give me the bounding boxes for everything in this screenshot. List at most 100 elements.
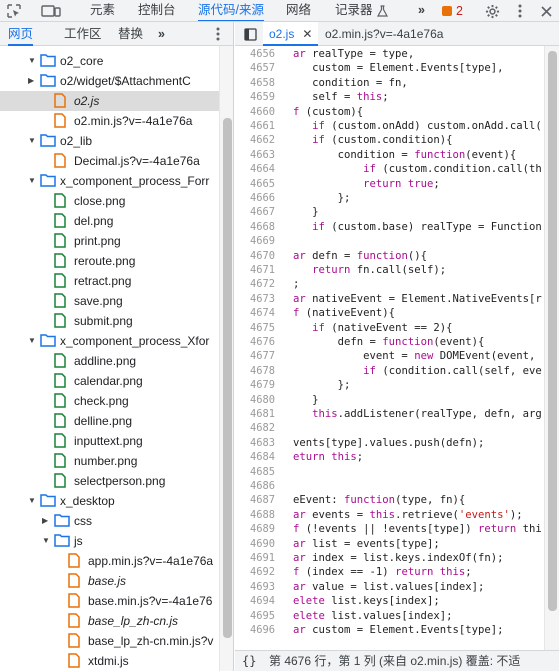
code-line[interactable]: 4692 f (index == -1) return this; <box>235 565 544 579</box>
line-number[interactable]: 4696 <box>235 623 275 637</box>
code-line[interactable]: 4689 f (!events || !events[type]) return … <box>235 522 544 536</box>
line-number[interactable]: 4678 <box>235 364 275 378</box>
line-number[interactable]: 4662 <box>235 133 275 147</box>
code-line[interactable]: 4677 event = new DOMEvent(event, <box>235 349 544 363</box>
tab-network[interactable]: 网络 <box>286 0 311 21</box>
code-line[interactable]: 4657 custom = Element.Events[type], <box>235 61 544 75</box>
tree-folder[interactable]: ▼ js <box>0 531 219 551</box>
line-number[interactable]: 4694 <box>235 594 275 608</box>
toggle-navigator-icon[interactable] <box>241 22 259 46</box>
code-line[interactable]: 4691 ar index = list.keys.indexOf(fn); <box>235 551 544 565</box>
code-line[interactable]: 4683 vents[type].values.push(defn); <box>235 436 544 450</box>
tree-file[interactable]: print.png <box>0 231 219 251</box>
line-number[interactable]: 4685 <box>235 465 275 479</box>
line-number[interactable]: 4688 <box>235 508 275 522</box>
tree-file[interactable]: save.png <box>0 291 219 311</box>
collapsed-arrow-icon[interactable]: ▶ <box>42 511 52 531</box>
device-toolbar-icon[interactable] <box>38 0 64 21</box>
line-number[interactable]: 4681 <box>235 407 275 421</box>
tree-file[interactable]: o2.js <box>0 91 219 111</box>
code-line[interactable]: 4659 self = this; <box>235 90 544 104</box>
expanded-arrow-icon[interactable]: ▼ <box>28 491 38 511</box>
code-line[interactable]: 4694 elete list.keys[index]; <box>235 594 544 608</box>
line-number[interactable]: 4693 <box>235 580 275 594</box>
navigator-menu-icon[interactable] <box>210 22 226 46</box>
navigator-scrollbar[interactable] <box>219 46 233 671</box>
code-line[interactable]: 4685 <box>235 465 544 479</box>
line-number[interactable]: 4657 <box>235 61 275 75</box>
tree-file[interactable]: base_lp_zh-cn.js <box>0 611 219 631</box>
code-line[interactable]: 4672; <box>235 277 544 291</box>
code-line[interactable]: 4686 <box>235 479 544 493</box>
tree-file[interactable]: base.min.js?v=-4a1e76 <box>0 591 219 611</box>
line-number[interactable]: 4659 <box>235 90 275 104</box>
expanded-arrow-icon[interactable]: ▼ <box>28 331 38 351</box>
line-number[interactable]: 4665 <box>235 177 275 191</box>
expanded-arrow-icon[interactable]: ▼ <box>28 51 38 71</box>
tree-folder[interactable]: ▶ css <box>0 511 219 531</box>
tab-overrides[interactable]: 替换 <box>118 22 143 46</box>
line-number[interactable]: 4674 <box>235 306 275 320</box>
line-number[interactable]: 4680 <box>235 393 275 407</box>
tree-file[interactable]: calendar.png <box>0 371 219 391</box>
code-line[interactable]: 4675 if (nativeEvent == 2){ <box>235 321 544 335</box>
code-line[interactable]: 4693 ar value = list.values[index]; <box>235 580 544 594</box>
code-line[interactable]: 4688 ar events = this.retrieve('events'); <box>235 508 544 522</box>
line-number[interactable]: 4664 <box>235 162 275 176</box>
code-line[interactable]: 4663 condition = function(event){ <box>235 148 544 162</box>
code-line[interactable]: 4687 eEvent: function(type, fn){ <box>235 493 544 507</box>
tree-file[interactable]: o2.min.js?v=-4a1e76a <box>0 111 219 131</box>
line-number[interactable]: 4675 <box>235 321 275 335</box>
code-line[interactable]: 4671 return fn.call(self); <box>235 263 544 277</box>
tree-folder[interactable]: ▼ o2_lib <box>0 131 219 151</box>
code-line[interactable]: 4660 f (custom){ <box>235 105 544 119</box>
tab-workspace[interactable]: 工作区 <box>64 22 102 46</box>
line-number[interactable]: 4682 <box>235 421 275 435</box>
tree-folder[interactable]: ▶ o2/widget/$AttachmentC <box>0 71 219 91</box>
code-line[interactable]: 4668 if (custom.base) realType = Functio… <box>235 220 544 234</box>
code-line[interactable]: 4680 } <box>235 393 544 407</box>
expanded-arrow-icon[interactable]: ▼ <box>42 531 52 551</box>
line-number[interactable]: 4673 <box>235 292 275 306</box>
tree-file[interactable]: Decimal.js?v=-4a1e76a <box>0 151 219 171</box>
tree-file[interactable]: addline.png <box>0 351 219 371</box>
editor-scroll-thumb[interactable] <box>548 51 557 611</box>
tree-folder[interactable]: ▼ x_component_process_Xfor <box>0 331 219 351</box>
code-line[interactable]: 4670 ar defn = function(){ <box>235 249 544 263</box>
close-devtools-icon[interactable] <box>536 0 556 21</box>
tree-file[interactable]: check.png <box>0 391 219 411</box>
line-number[interactable]: 4666 <box>235 191 275 205</box>
line-number[interactable]: 4692 <box>235 565 275 579</box>
code-line[interactable]: 4678 if (condition.call(self, eve <box>235 364 544 378</box>
line-number[interactable]: 4684 <box>235 450 275 464</box>
code-line[interactable]: 4679 }; <box>235 378 544 392</box>
line-number[interactable]: 4661 <box>235 119 275 133</box>
code-line[interactable]: 4664 if (custom.condition.call(th <box>235 162 544 176</box>
code-line[interactable]: 4682 <box>235 421 544 435</box>
expanded-arrow-icon[interactable]: ▼ <box>28 131 38 151</box>
line-number[interactable]: 4672 <box>235 277 275 291</box>
tab-recorder[interactable]: 记录器 <box>335 0 373 21</box>
line-number[interactable]: 4677 <box>235 349 275 363</box>
close-tab-icon[interactable]: ✕ <box>302 27 312 41</box>
more-nav-tabs-button[interactable]: » <box>158 22 165 46</box>
tab-console[interactable]: 控制台 <box>138 0 176 21</box>
code-line[interactable]: 4673 ar nativeEvent = Element.NativeEvent… <box>235 292 544 306</box>
line-number[interactable]: 4669 <box>235 234 275 248</box>
code-line[interactable]: 4681 this.addListener(realType, defn, ar… <box>235 407 544 421</box>
tree-file[interactable]: base_lp_zh-cn.min.js?v <box>0 631 219 651</box>
code-line[interactable]: 4669 <box>235 234 544 248</box>
tree-file[interactable]: delline.png <box>0 411 219 431</box>
line-number[interactable]: 4658 <box>235 76 275 90</box>
line-number[interactable]: 4668 <box>235 220 275 234</box>
line-number[interactable]: 4660 <box>235 105 275 119</box>
tab-elements[interactable]: 元素 <box>90 0 115 21</box>
line-number[interactable]: 4667 <box>235 205 275 219</box>
line-number[interactable]: 4690 <box>235 537 275 551</box>
tree-file[interactable]: xtdmi.js <box>0 651 219 671</box>
pretty-print-button[interactable]: {} <box>242 651 256 671</box>
tree-file[interactable]: del.png <box>0 211 219 231</box>
more-tabs-button[interactable]: » <box>418 0 425 21</box>
editor-tab-o2-js[interactable]: o2.js ✕ <box>263 22 319 46</box>
code-line[interactable]: 4661 if (custom.onAdd) custom.onAdd.call… <box>235 119 544 133</box>
